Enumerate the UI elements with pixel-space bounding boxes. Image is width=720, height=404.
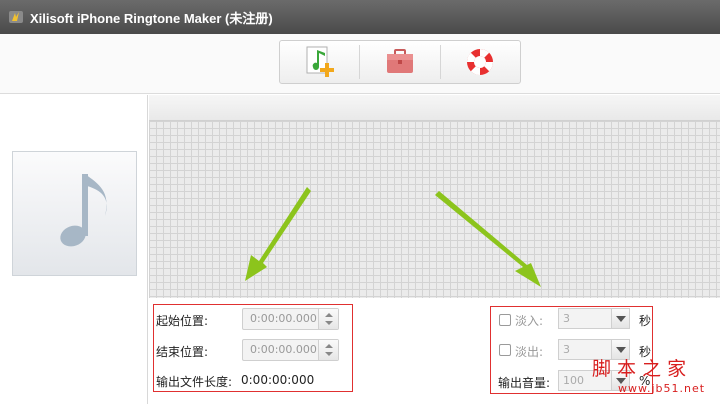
end-position-stepper[interactable] (318, 340, 338, 360)
watermark-title: 脚 本 之 家 (592, 358, 687, 380)
waveform-timeline-header (149, 95, 720, 121)
music-note-icon (60, 174, 107, 247)
main-toolbar (279, 40, 521, 84)
end-position-value: 0:00:00.000 (250, 343, 317, 356)
fade-out-value: 3 (563, 343, 570, 356)
left-panel (0, 95, 148, 404)
output-length-value: 0:00:00:000 (241, 373, 315, 387)
toolbox-button[interactable] (360, 41, 439, 83)
start-position-stepper[interactable] (318, 309, 338, 329)
start-position-value: 0:00:00.000 (250, 312, 317, 325)
fade-in-dropdown[interactable] (611, 309, 629, 328)
end-position-label: 结束位置: (156, 345, 209, 359)
help-button[interactable] (441, 41, 520, 83)
fade-in-select[interactable]: 3 (558, 308, 630, 329)
stepper-arrows-icon (325, 313, 333, 325)
fade-in-unit: 秒 (639, 314, 652, 328)
fade-in-value: 3 (563, 312, 570, 325)
fade-in-checkbox[interactable] (499, 314, 511, 326)
start-position-label: 起始位置: (156, 314, 209, 328)
add-music-file-icon (306, 46, 334, 77)
watermark-url: www.jb51.net (618, 382, 706, 395)
toolbar-area (0, 34, 720, 94)
stepper-arrows-icon (325, 344, 333, 356)
lifebuoy-help-icon (467, 48, 494, 76)
site-watermark: 脚 本 之 家 www.jb51.net (588, 352, 718, 402)
output-volume-label: 输出音量: (498, 376, 551, 390)
chevron-down-icon (616, 316, 626, 322)
title-bar: Xilisoft iPhone Ringtone Maker (未注册) (0, 0, 720, 34)
waveform-grid[interactable] (149, 121, 720, 298)
window-title: Xilisoft iPhone Ringtone Maker (未注册) (30, 10, 273, 26)
fade-in-label: 淡入: (515, 314, 544, 328)
output-volume-value: 100 (563, 374, 584, 387)
fade-out-checkbox[interactable] (499, 344, 511, 356)
app-logo-icon (9, 11, 23, 23)
toolbox-icon (387, 49, 413, 73)
output-length-label: 输出文件长度: (156, 375, 233, 389)
album-art (12, 151, 137, 276)
end-position-input[interactable]: 0:00:00.000 (242, 339, 339, 361)
add-file-button[interactable] (280, 41, 359, 83)
fade-out-label: 淡出: (515, 345, 544, 359)
start-position-input[interactable]: 0:00:00.000 (242, 308, 339, 330)
